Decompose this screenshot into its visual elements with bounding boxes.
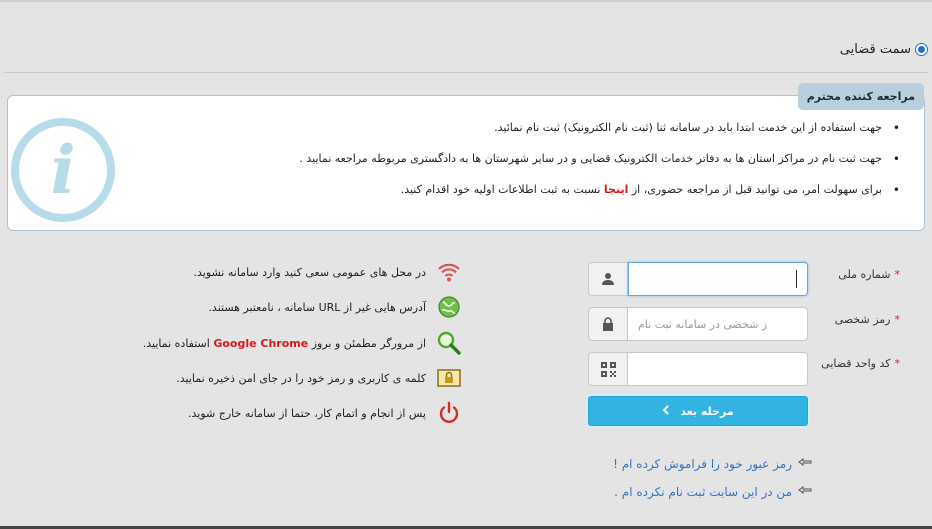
next-step-button[interactable]: مرحله بعد (588, 396, 808, 426)
user-icon (588, 262, 628, 296)
judicial-role-radio[interactable]: سمت قضایی (840, 42, 928, 57)
forgot-password-text[interactable]: رمز عبور خود را فراموش کرده ام ! (613, 457, 792, 471)
magnifier-icon (436, 330, 462, 356)
info-box: مراجعه کننده محترم i جهت استفاده از این … (7, 83, 925, 231)
hand-pointer-icon (798, 456, 812, 471)
tip-url: آدرس هایی غیر از URL سامانه ، نامعتبر هس… (208, 294, 462, 320)
info-item: جهت استفاده از این خدمت ابتدا باید در سا… (299, 121, 904, 135)
hand-pointer-icon (798, 484, 812, 499)
judicial-code-input[interactable] (628, 352, 808, 386)
judicial-code-field[interactable] (588, 352, 808, 386)
national-code-label: *شماره ملی (838, 268, 900, 281)
lock-icon (588, 307, 628, 341)
forgot-password-link[interactable]: رمز عبور خود را فراموش کرده ام ! (613, 456, 812, 471)
chrome-brand: Google Chrome (213, 336, 309, 350)
globe-icon (436, 294, 462, 320)
register-link[interactable]: من در این سایت ثبت نام نکرده ام . (614, 484, 812, 499)
radio-button[interactable] (915, 43, 928, 56)
tip-text: از مرورگر مطمئن و بروز Google Chrome است… (142, 336, 426, 350)
national-code-field[interactable] (588, 262, 808, 296)
info-item: برای سهولت امر، می توانید قبل از مراجعه … (299, 183, 904, 197)
tip-browser: از مرورگر مطمئن و بروز Google Chrome است… (143, 330, 462, 356)
top-border (0, 0, 932, 2)
tip-logout: پس از انجام و اتمام کار، حتما از سامانه … (188, 400, 462, 426)
tip-text: پس از انجام و اتمام کار، حتما از سامانه … (188, 406, 426, 420)
info-icon: i (11, 118, 115, 222)
info-list: جهت استفاده از این خدمت ابتدا باید در سا… (299, 121, 904, 214)
info-item-text: نسبت به ثبت اطلاعات اولیه خود اقدام کنید… (400, 183, 601, 196)
info-item: جهت ثبت نام در مراکز استان ها به دفاتر خ… (299, 152, 904, 166)
password-field[interactable]: ز شخصی در سامانه ثبت نام (588, 307, 808, 341)
judicial-code-label: *کد واحد قضایی (821, 357, 900, 370)
lock-folder-icon (436, 365, 462, 391)
tip-text: آدرس هایی غیر از URL سامانه ، نامعتبر هس… (208, 300, 426, 314)
info-item-text: برای سهولت امر، می توانید قبل از مراجعه … (631, 183, 882, 196)
qr-code-icon (588, 352, 628, 386)
info-title: مراجعه کننده محترم (797, 83, 924, 110)
tip-public-places: در محل های عمومی سعی کنید وارد سامانه نش… (193, 259, 462, 285)
here-link[interactable]: اینجا (604, 183, 628, 196)
next-step-label: مرحله بعد (680, 404, 734, 418)
tip-text: در محل های عمومی سعی کنید وارد سامانه نش… (193, 265, 426, 279)
password-label: *رمز شخصی (834, 313, 900, 326)
chevron-left-icon (662, 404, 670, 418)
separator (4, 72, 928, 73)
register-text[interactable]: من در این سایت ثبت نام نکرده ام . (614, 485, 792, 499)
power-icon (436, 400, 462, 426)
password-input[interactable]: ز شخصی در سامانه ثبت نام (628, 307, 808, 341)
tip-text: کلمه ی کاربری و رمز خود را در جای امن ذخ… (176, 371, 426, 385)
tip-save-credentials: کلمه ی کاربری و رمز خود را در جای امن ذخ… (176, 365, 462, 391)
radio-label: سمت قضایی (839, 42, 911, 57)
national-code-input[interactable] (628, 262, 808, 296)
wifi-icon (436, 259, 462, 285)
